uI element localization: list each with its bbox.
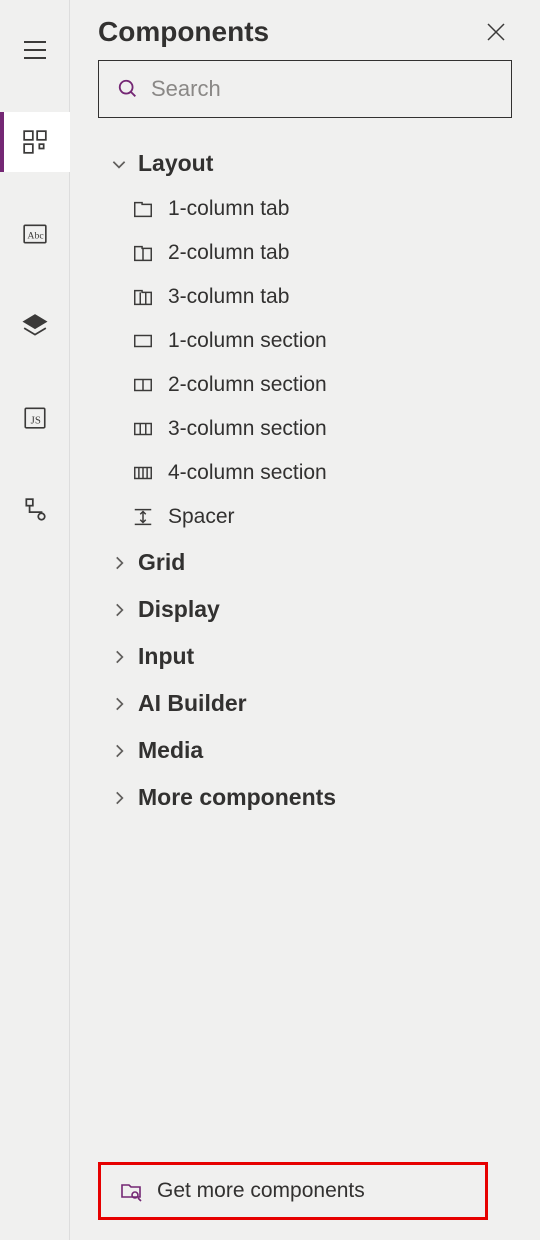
- two-column-section-icon: [132, 374, 154, 396]
- close-button[interactable]: [480, 16, 512, 48]
- chevron-right-icon: [110, 601, 128, 619]
- item-2-column-section[interactable]: 2-column section: [70, 363, 540, 407]
- nav-js[interactable]: JS: [0, 388, 70, 448]
- chevron-right-icon: [110, 742, 128, 760]
- text-box-icon: Abc: [22, 221, 48, 247]
- nav-flow[interactable]: [0, 480, 70, 540]
- layers-icon: [22, 313, 48, 339]
- nav-abc[interactable]: Abc: [0, 204, 70, 264]
- search-input[interactable]: [151, 76, 493, 102]
- hamburger-icon: [22, 41, 48, 59]
- item-1-column-tab[interactable]: 1-column tab: [70, 187, 540, 231]
- get-more-components-button[interactable]: Get more components: [98, 1162, 488, 1220]
- nav-layers[interactable]: [0, 296, 70, 356]
- item-label: Spacer: [168, 505, 235, 529]
- close-icon: [486, 22, 506, 42]
- item-label: 4-column section: [168, 461, 327, 485]
- panel-header: Components: [70, 0, 540, 48]
- nav-components[interactable]: [0, 112, 70, 172]
- chevron-right-icon: [110, 789, 128, 807]
- three-column-section-icon: [132, 418, 154, 440]
- script-icon: JS: [22, 405, 48, 431]
- category-label: Input: [138, 643, 194, 670]
- item-label: 3-column section: [168, 417, 327, 441]
- item-3-column-tab[interactable]: 3-column tab: [70, 275, 540, 319]
- category-label: Media: [138, 737, 203, 764]
- folder-search-icon: [119, 1179, 143, 1203]
- item-label: 2-column tab: [168, 241, 289, 265]
- category-input[interactable]: Input: [70, 633, 540, 680]
- flow-icon: [22, 497, 48, 523]
- get-more-label: Get more components: [157, 1179, 365, 1203]
- category-display[interactable]: Display: [70, 586, 540, 633]
- chevron-right-icon: [110, 554, 128, 572]
- category-label: AI Builder: [138, 690, 247, 717]
- one-column-tab-icon: [132, 198, 154, 220]
- spacer-icon: [132, 506, 154, 528]
- panel-footer: Get more components: [70, 1162, 540, 1240]
- components-tree: Layout 1-column tab 2-column tab 3-colum…: [70, 128, 540, 1162]
- hamburger-menu-button[interactable]: [0, 20, 70, 80]
- search-container: [70, 48, 540, 128]
- four-column-section-icon: [132, 462, 154, 484]
- item-2-column-tab[interactable]: 2-column tab: [70, 231, 540, 275]
- components-icon: [22, 129, 48, 155]
- svg-text:Abc: Abc: [27, 230, 44, 241]
- chevron-down-icon: [110, 155, 128, 173]
- item-label: 2-column section: [168, 373, 327, 397]
- category-grid[interactable]: Grid: [70, 539, 540, 586]
- search-box[interactable]: [98, 60, 512, 118]
- chevron-right-icon: [110, 695, 128, 713]
- panel-title: Components: [98, 16, 269, 48]
- category-layout[interactable]: Layout: [70, 140, 540, 187]
- category-media[interactable]: Media: [70, 727, 540, 774]
- category-label: Grid: [138, 549, 185, 576]
- item-3-column-section[interactable]: 3-column section: [70, 407, 540, 451]
- components-panel: Components Layout: [70, 0, 540, 1240]
- left-nav-rail: Abc JS: [0, 0, 70, 1240]
- item-label: 1-column tab: [168, 197, 289, 221]
- item-spacer[interactable]: Spacer: [70, 495, 540, 539]
- three-column-tab-icon: [132, 286, 154, 308]
- category-label: Layout: [138, 150, 213, 177]
- category-label: More components: [138, 784, 336, 811]
- search-icon: [117, 78, 139, 100]
- item-label: 3-column tab: [168, 285, 289, 309]
- category-ai-builder[interactable]: AI Builder: [70, 680, 540, 727]
- item-label: 1-column section: [168, 329, 327, 353]
- chevron-right-icon: [110, 648, 128, 666]
- two-column-tab-icon: [132, 242, 154, 264]
- category-label: Display: [138, 596, 220, 623]
- category-more-components[interactable]: More components: [70, 774, 540, 821]
- svg-text:JS: JS: [30, 414, 40, 426]
- item-4-column-section[interactable]: 4-column section: [70, 451, 540, 495]
- one-column-section-icon: [132, 330, 154, 352]
- item-1-column-section[interactable]: 1-column section: [70, 319, 540, 363]
